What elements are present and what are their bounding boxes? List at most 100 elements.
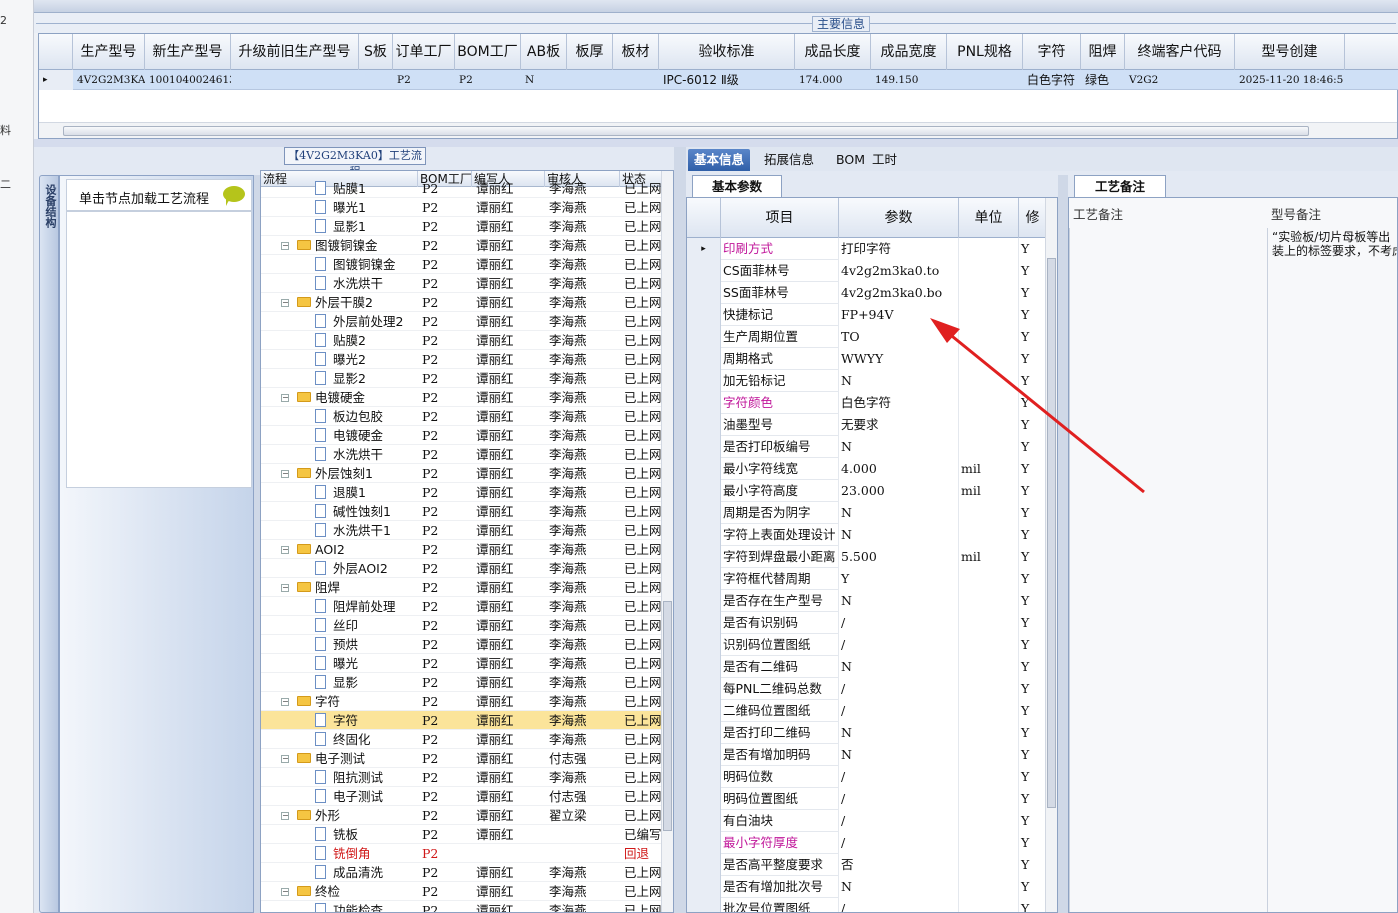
param-cell-value[interactable]: TO xyxy=(839,326,959,348)
param-cell-unit[interactable] xyxy=(959,744,1019,766)
param-row[interactable]: 周期格式 WWYY Y xyxy=(687,348,1047,370)
tree-node-label[interactable]: 显影 xyxy=(333,673,418,692)
load-flow-button[interactable]: 单击节点加载工艺流程 xyxy=(66,179,252,211)
param-row[interactable]: 字符上表面处理设计 N Y xyxy=(687,524,1047,546)
param-cell-mod[interactable]: Y xyxy=(1019,414,1047,436)
vertical-splitter-right[interactable] xyxy=(1058,175,1068,913)
param-cell-mod[interactable]: Y xyxy=(1019,898,1047,912)
tree-node-label[interactable]: 图镀铜镍金 xyxy=(315,236,418,255)
param-cell-value[interactable]: 否 xyxy=(839,854,959,876)
param-cell-value[interactable]: N xyxy=(839,656,959,678)
param-cell-mod[interactable]: Y xyxy=(1019,832,1047,854)
param-cell-mod[interactable]: Y xyxy=(1019,876,1047,898)
tree-row[interactable]: 外层AOI2 P2 谭丽红 李海燕 已上网 xyxy=(261,559,663,578)
param-row[interactable]: 有白油块 / Y xyxy=(687,810,1047,832)
tree-node-label[interactable]: 板边包胶 xyxy=(333,407,418,426)
tree-node-label[interactable]: 外形 xyxy=(315,806,418,825)
param-cell-unit[interactable] xyxy=(959,282,1019,304)
column-header[interactable]: 型号创建 xyxy=(1235,34,1345,70)
tree-row[interactable]: 功能检查 P2 谭丽红 李海燕 已上网 xyxy=(261,901,663,912)
param-cell-value[interactable]: / xyxy=(839,788,959,810)
param-row[interactable]: 是否打印板编号 N Y xyxy=(687,436,1047,458)
tree-row[interactable]: − 电子测试 P2 谭丽红 付志强 已上网 xyxy=(261,749,663,768)
tree-node-label[interactable]: 电子测试 xyxy=(333,787,418,806)
tree-node-label[interactable]: 水洗烘干1 xyxy=(333,521,418,540)
tree-node-label[interactable]: 电镀硬金 xyxy=(333,426,418,445)
param-cell-mod[interactable]: Y xyxy=(1019,238,1047,260)
row-header[interactable] xyxy=(687,414,721,436)
tree-row[interactable]: 预烘 P2 谭丽红 李海燕 已上网 xyxy=(261,635,663,654)
param-cell-mod[interactable]: Y xyxy=(1019,656,1047,678)
tree-row[interactable]: − 电镀硬金 P2 谭丽红 李海燕 已上网 xyxy=(261,388,663,407)
param-cell-value[interactable]: Y xyxy=(839,568,959,590)
row-header[interactable] xyxy=(687,656,721,678)
param-cell-mod[interactable]: Y xyxy=(1019,854,1047,876)
param-cell-unit[interactable] xyxy=(959,348,1019,370)
collapse-icon[interactable]: − xyxy=(281,546,289,554)
param-cell-unit[interactable] xyxy=(959,524,1019,546)
param-cell-value[interactable]: 白色字符 xyxy=(839,392,959,414)
param-vertical-scrollbar[interactable] xyxy=(1045,198,1057,912)
param-grid[interactable]: 项目 参数 单位修 ▸ 印刷方式 打印字符 Y CS面菲林号 4v2g2m3ka0.to Y SS… xyxy=(686,197,1058,913)
param-cell-mod[interactable]: Y xyxy=(1019,810,1047,832)
tree-node-label[interactable]: 外层前处理2 xyxy=(333,312,418,331)
param-cell-unit[interactable]: mil xyxy=(959,546,1019,568)
param-cell-unit[interactable] xyxy=(959,502,1019,524)
tree-row[interactable]: 阻抗测试 P2 谭丽红 李海燕 已上网 xyxy=(261,768,663,787)
param-cell-unit[interactable] xyxy=(959,612,1019,634)
row-indicator-icon[interactable]: ▸ xyxy=(39,70,73,90)
tree-node-label[interactable]: 字符 xyxy=(315,692,418,711)
row-header[interactable] xyxy=(687,854,721,876)
tree-node-label[interactable]: 外层蚀刻1 xyxy=(315,464,418,483)
param-row[interactable]: 油墨型号 无要求 Y xyxy=(687,414,1047,436)
param-cell-mod[interactable]: Y xyxy=(1019,744,1047,766)
tree-node-label[interactable]: 电子测试 xyxy=(315,749,418,768)
param-cell-mod[interactable]: Y xyxy=(1019,260,1047,282)
param-cell-unit[interactable] xyxy=(959,700,1019,722)
product-grid[interactable]: 生产型号 新生产型号 升级前旧生产型号 S板 订单工厂 BOM工厂 AB板 板厚 板材 验收标准成… xyxy=(38,33,1398,139)
grid-cell[interactable] xyxy=(613,70,659,90)
param-cell-value[interactable]: N xyxy=(839,876,959,898)
param-row[interactable]: 生产周期位置 TO Y xyxy=(687,326,1047,348)
row-header[interactable] xyxy=(687,634,721,656)
tree-node-label[interactable]: 阻焊 xyxy=(315,578,418,597)
row-header[interactable] xyxy=(687,612,721,634)
column-header[interactable]: S板 xyxy=(359,34,393,70)
param-cell-value[interactable]: 打印字符 xyxy=(839,238,959,260)
param-row[interactable]: 最小字符线宽 4.000 mil Y xyxy=(687,458,1047,480)
row-header[interactable] xyxy=(687,502,721,524)
tree-node-label[interactable]: AOI2 xyxy=(315,540,418,559)
tree-row[interactable]: 成品清洗 P2 谭丽红 李海燕 已上网 xyxy=(261,863,663,882)
param-row[interactable]: 每PNL二维码总数 / Y xyxy=(687,678,1047,700)
param-cell-value[interactable]: 4v2g2m3ka0.to xyxy=(839,260,959,282)
tree-node-label[interactable]: 水洗烘干 xyxy=(333,274,418,293)
grid-cell[interactable]: 149.150 xyxy=(871,70,947,90)
row-header[interactable] xyxy=(687,282,721,304)
param-cell-unit[interactable] xyxy=(959,656,1019,678)
row-header[interactable] xyxy=(687,678,721,700)
param-cell-unit[interactable]: mil xyxy=(959,480,1019,502)
param-cell-value[interactable]: N xyxy=(839,722,959,744)
row-header[interactable] xyxy=(687,876,721,898)
row-header[interactable] xyxy=(687,744,721,766)
process-memo-box[interactable] xyxy=(1069,228,1267,912)
tree-node-label[interactable]: 成品清洗 xyxy=(333,863,418,882)
tree-row[interactable]: 碱性蚀刻1 P2 谭丽红 李海燕 已上网 xyxy=(261,502,663,521)
grid-cell[interactable]: P2 xyxy=(393,70,455,90)
scrollbar-thumb[interactable] xyxy=(1047,258,1056,808)
param-cell-value[interactable]: 无要求 xyxy=(839,414,959,436)
row-header[interactable] xyxy=(687,260,721,282)
collapse-icon[interactable]: − xyxy=(281,755,289,763)
param-cell-unit[interactable] xyxy=(959,766,1019,788)
row-header[interactable] xyxy=(687,810,721,832)
collapse-icon[interactable]: − xyxy=(281,242,289,250)
param-row[interactable]: 批次号位置图纸 / Y xyxy=(687,898,1047,912)
row-header[interactable] xyxy=(687,568,721,590)
grid-cell[interactable]: N xyxy=(521,70,567,90)
param-cell-unit[interactable] xyxy=(959,634,1019,656)
row-header[interactable] xyxy=(687,370,721,392)
param-cell-mod[interactable]: Y xyxy=(1019,458,1047,480)
param-cell-unit[interactable] xyxy=(959,568,1019,590)
grid-cell[interactable]: P2 xyxy=(455,70,521,90)
param-cell-mod[interactable]: Y xyxy=(1019,788,1047,810)
